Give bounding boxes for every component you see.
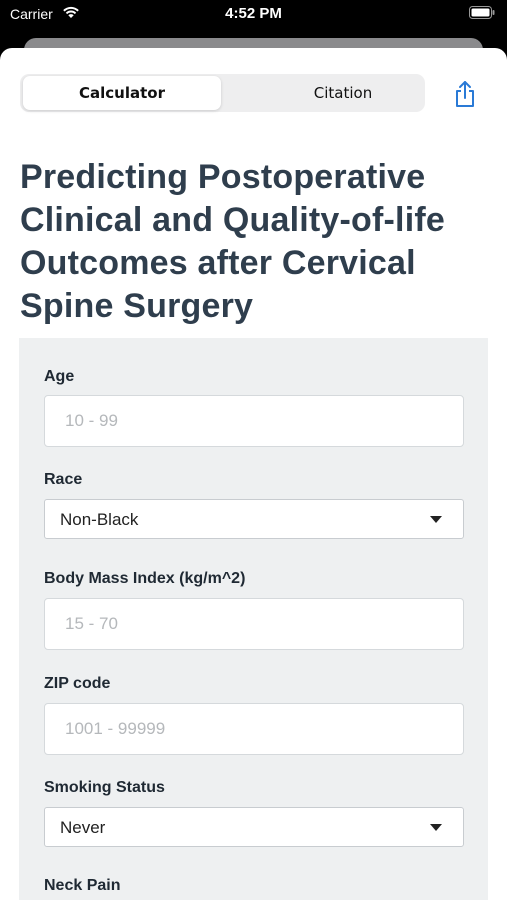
share-icon[interactable] <box>453 80 477 108</box>
tab-citation[interactable]: Citation <box>244 76 442 110</box>
modal-sheet: Calculator Citation Predicting Postopera… <box>0 48 507 900</box>
caret-down-icon <box>430 516 442 523</box>
zip-input[interactable] <box>44 703 464 755</box>
tab-calculator[interactable]: Calculator <box>23 76 221 110</box>
bmi-input[interactable] <box>44 598 464 650</box>
smoking-select[interactable]: Never <box>44 807 464 847</box>
race-select-value: Non-Black <box>60 510 139 529</box>
page-title: Predicting Postoperative Clinical and Qu… <box>20 158 445 325</box>
race-label: Race <box>44 471 83 488</box>
caret-down-icon <box>430 824 442 831</box>
smoking-select-value: Never <box>60 818 106 837</box>
zip-label: ZIP code <box>44 675 111 692</box>
bmi-label: Body Mass Index (kg/m^2) <box>44 570 246 587</box>
smoking-label: Smoking Status <box>44 779 165 796</box>
race-select[interactable]: Non-Black <box>44 499 464 539</box>
age-label: Age <box>44 368 75 385</box>
calculator-form: Age Race Non-Black Body Mass Index (kg/m… <box>19 338 488 900</box>
clock: 4:52 PM <box>225 5 282 22</box>
battery-icon <box>469 6 495 19</box>
neck-pain-label: Neck Pain <box>44 877 121 894</box>
status-bar: Carrier 4:52 PM <box>0 0 507 30</box>
age-input[interactable] <box>44 395 464 447</box>
segmented-control: Calculator Citation <box>20 74 425 112</box>
